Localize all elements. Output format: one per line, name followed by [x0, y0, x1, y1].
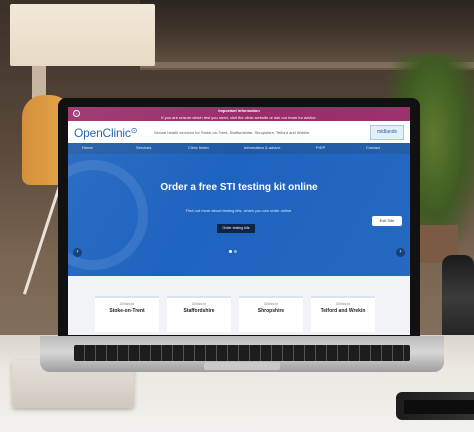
carousel-next-button[interactable]: › [396, 248, 405, 257]
exit-site-button[interactable]: Exit Site [372, 216, 402, 226]
nav-item-information[interactable]: Information & advice [244, 145, 280, 150]
card-label: Clinics in [263, 302, 279, 306]
clinic-card-staffordshire[interactable]: Clinics in Staffordshire [167, 296, 231, 332]
alert-title: Important Information [218, 108, 260, 113]
main-nav: Home Services Clinic finder Information … [68, 143, 410, 154]
card-title: Shropshire [257, 308, 285, 314]
lamp-shade [10, 4, 155, 66]
clinic-card-telford[interactable]: Clinics in Telford and Wrekin [311, 296, 375, 332]
order-kits-button[interactable]: Order testing kits [217, 224, 255, 233]
clinic-card-shropshire[interactable]: Clinics in Shropshire [239, 296, 303, 332]
photo-scene: × Important Information If you are unsur… [0, 0, 474, 432]
partner-logo: midlands [370, 125, 404, 140]
lamp-cord [22, 179, 63, 295]
hero-banner: Order a free STI testing kit online Find… [68, 154, 410, 276]
laptop-keyboard [74, 345, 410, 361]
carousel-dot-1[interactable] [229, 250, 232, 253]
hero-title: Order a free STI testing kit online [160, 182, 318, 193]
logo-text: OpenClinic [74, 126, 131, 140]
carousel-dots [229, 250, 249, 254]
card-label: Clinics in [335, 302, 351, 306]
card-title: Staffordshire [183, 308, 215, 314]
phone-screen [404, 400, 474, 414]
site-logo[interactable]: OpenClinic⊙ [74, 126, 137, 140]
nav-item-prep[interactable]: PrEP [316, 145, 325, 150]
site-header: OpenClinic⊙ Sexual health services for S… [68, 121, 410, 143]
clinic-cards: Clinics in Stoke-on-Trent Clinics in Sta… [68, 276, 410, 335]
nav-item-home[interactable]: Home [82, 145, 93, 150]
site-tagline: Sexual health services for Stoke-on-Tren… [154, 130, 310, 135]
alert-banner: × Important Information If you are unsur… [68, 107, 410, 121]
card-title: Stoke-on-Trent [109, 308, 145, 314]
card-title: Telford and Wrekin [320, 308, 366, 314]
logo-mark-icon: ⊙ [130, 126, 138, 135]
card-label: Clinics in [191, 302, 207, 306]
clinic-card-stoke[interactable]: Clinics in Stoke-on-Trent [95, 296, 159, 332]
laptop-trackpad [204, 362, 280, 370]
laptop-screen: × Important Information If you are unsur… [68, 107, 410, 335]
carousel-dot-2[interactable] [234, 250, 237, 253]
nav-item-services[interactable]: Services [136, 145, 151, 150]
card-label: Clinics in [119, 302, 135, 306]
alert-message: If you are unsure which test you need, v… [161, 115, 317, 120]
nav-item-clinic-finder[interactable]: Clinic finder [188, 145, 209, 150]
carousel-prev-button[interactable]: ‹ [73, 248, 82, 257]
close-icon[interactable]: × [73, 110, 80, 117]
nav-item-contact[interactable]: Contact [366, 145, 380, 150]
hero-subtitle: Find out more about testing kits, which … [185, 208, 293, 213]
